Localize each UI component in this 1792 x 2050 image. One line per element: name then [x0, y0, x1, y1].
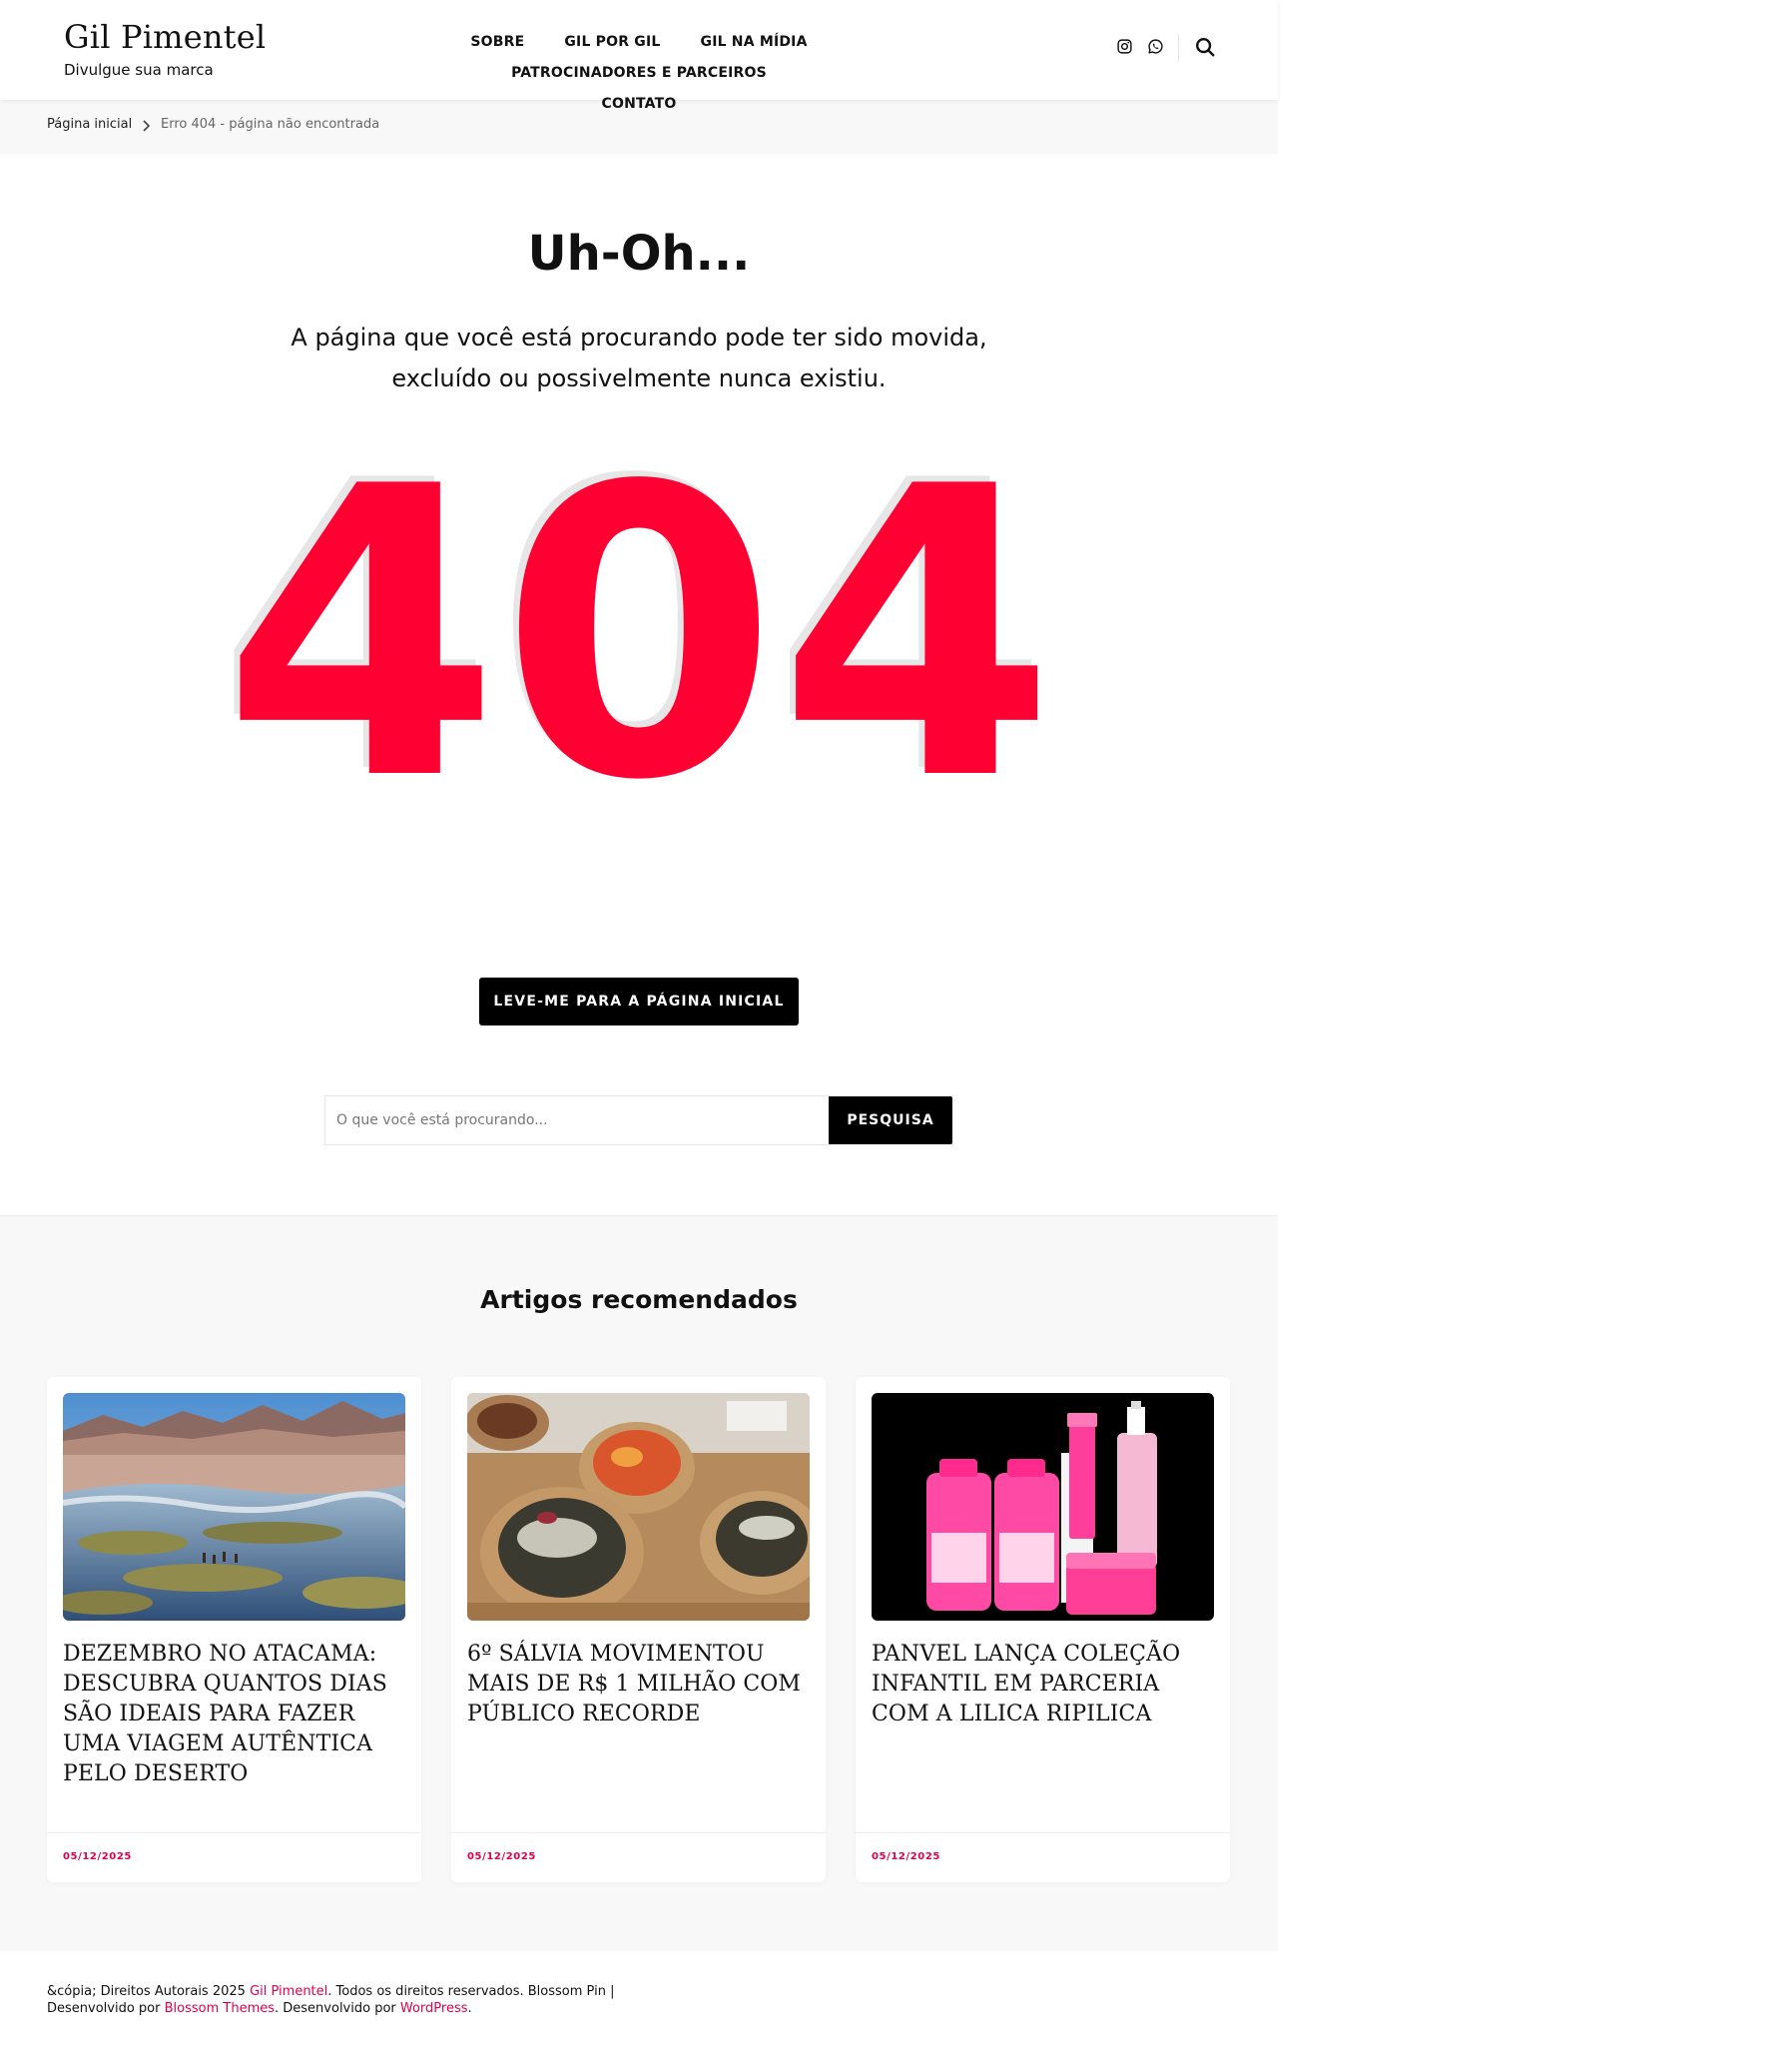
- error-heading: Uh-Oh...: [527, 226, 751, 282]
- breadcrumb-current: Erro 404 - página não encontrada: [161, 117, 380, 132]
- go-home-button[interactable]: LEVE-ME PARA A PÁGINA INICIAL: [479, 978, 799, 1025]
- nav-item-contato[interactable]: CONTATO: [602, 90, 677, 119]
- search-input[interactable]: [324, 1095, 829, 1145]
- footer-theme-link[interactable]: Blossom Themes: [165, 2001, 275, 2016]
- copyright-end: .: [467, 2001, 472, 2016]
- site-footer: &cópia; Direitos Autorais 2025 Gil Pimen…: [0, 1951, 1278, 2050]
- copyright-after-theme: . Desenvolvido por: [275, 2001, 400, 2016]
- article-date[interactable]: 05/12/2025: [467, 1851, 536, 1862]
- header-divider: [1178, 34, 1179, 62]
- error-section: Uh-Oh... A página que você está procuran…: [0, 154, 1278, 1215]
- nav-item-gil-na-midia[interactable]: GIL NA MÍDIA: [701, 28, 808, 57]
- error-message: A página que você está procurando pode t…: [291, 324, 987, 392]
- search-submit-button[interactable]: PESQUISA: [829, 1096, 952, 1144]
- footer-site-link[interactable]: Gil Pimentel: [250, 1984, 327, 1999]
- search-form: PESQUISA: [324, 1095, 952, 1145]
- site-tagline: Divulgue sua marca: [64, 61, 214, 79]
- article-image[interactable]: [467, 1393, 810, 1621]
- error-code-text: 404: [223, 445, 1056, 795]
- article-date[interactable]: 05/12/2025: [63, 1851, 132, 1862]
- instagram-icon[interactable]: [1116, 38, 1133, 55]
- search-icon[interactable]: [1194, 36, 1216, 58]
- article-title[interactable]: Dezembro no Atacama: descubra quantos di…: [63, 1640, 410, 1789]
- recommended-articles: Artigos recomendados DEZEMBRO NO ATACAMA…: [0, 1215, 1278, 1951]
- footer-wordpress-link[interactable]: WordPress: [400, 2001, 468, 2016]
- article-image[interactable]: [872, 1393, 1214, 1621]
- article-card: Panvel lança coleção infantil em parceri…: [856, 1377, 1230, 1882]
- breadcrumb-home[interactable]: Página inicial: [47, 117, 132, 132]
- site-header: Gil Pimentel Divulgue sua marca SOBRE GIL…: [0, 0, 1278, 112]
- nav-item-patrocinadores[interactable]: PATROCINADORES E PARCEIROS: [511, 59, 767, 88]
- main-nav: SOBRE GIL POR GIL GIL NA MÍDIAPATROCINADOR…: [329, 26, 948, 119]
- whatsapp-icon[interactable]: [1147, 38, 1164, 55]
- copyright-prefix: &cópia; Direitos Autorais 2025: [47, 1984, 251, 1999]
- copyright-text: &cópia; Direitos Autorais 2025 Gil Pimen…: [47, 1983, 626, 2017]
- right-blank-area: [1278, 0, 1792, 2050]
- recommended-title: Artigos recomendados: [480, 1285, 798, 1314]
- chevron-right-icon: [140, 118, 154, 132]
- article-date[interactable]: 05/12/2025: [872, 1851, 940, 1862]
- site-title[interactable]: Gil Pimentel: [64, 18, 266, 56]
- nav-item-sobre[interactable]: SOBRE: [470, 28, 524, 57]
- article-card: 6º Sálvia movimentou mais de R$ 1 milhão…: [451, 1377, 826, 1882]
- article-image[interactable]: [63, 1393, 405, 1621]
- article-card: Dezembro no Atacama: descubra quantos di…: [47, 1377, 421, 1882]
- article-meta: 05/12/2025: [856, 1832, 1230, 1882]
- error-code-404: 404 404: [217, 445, 1056, 795]
- article-meta: 05/12/2025: [47, 1832, 421, 1882]
- article-meta: 05/12/2025: [451, 1832, 826, 1882]
- social-links: [1116, 38, 1164, 55]
- article-title[interactable]: Panvel lança coleção infantil em parceri…: [872, 1640, 1219, 1729]
- nav-item-gil-por-gil[interactable]: GIL POR GIL: [564, 28, 660, 57]
- page: Gil Pimentel Divulgue sua marca SOBRE GIL…: [0, 0, 1278, 2050]
- article-title[interactable]: 6º Sálvia movimentou mais de R$ 1 milhão…: [467, 1640, 815, 1729]
